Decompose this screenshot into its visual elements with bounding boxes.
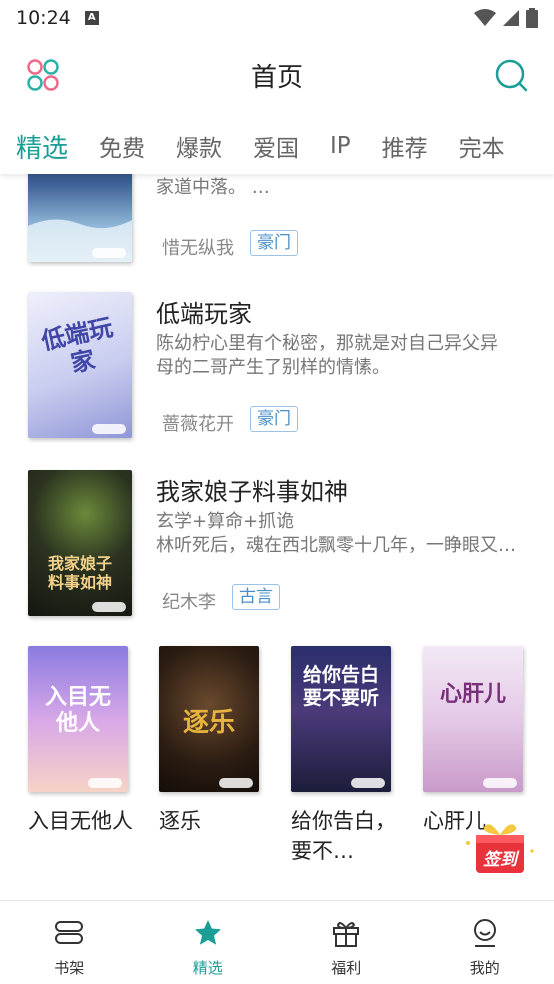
app-header: 首页 xyxy=(0,36,554,114)
book-cover: 给你告白要不要听 xyxy=(291,646,391,792)
book-tag: 豪门 xyxy=(250,406,298,432)
bottom-nav: 书架 精选 福利 我的 xyxy=(0,900,554,984)
grid-book-item[interactable]: 入目无他人 入目无他人 xyxy=(28,646,133,836)
user-icon xyxy=(473,919,496,947)
book-list-item[interactable]: 低端玩家 低端玩家 陈幼柠心里有个秘密，那就是对自己异父异 母的二哥产生了别样的… xyxy=(0,292,554,442)
book-cover-title: 给你告白要不要听 xyxy=(302,664,379,709)
book-cover: 低端玩家 xyxy=(28,292,132,438)
bookshelf-icon xyxy=(55,921,84,944)
book-author: 蔷薇花开 xyxy=(162,414,234,435)
publisher-badge xyxy=(92,424,126,434)
nav-featured[interactable]: 精选 xyxy=(139,901,278,984)
grid-book-item[interactable]: 给你告白要不要听 给你告白，要不… xyxy=(291,646,396,866)
book-list-item[interactable]: 我家娘子料事如神 我家娘子料事如神 玄学+算命+抓诡 林听死后，魂在西北飘零十几… xyxy=(0,470,554,620)
nav-label: 福利 xyxy=(331,959,362,977)
book-description: 陈幼柠心里有个秘密，那就是对自己异父异 母的二哥产生了别样的情愫。 xyxy=(156,333,498,378)
nav-bookshelf[interactable]: 书架 xyxy=(0,901,139,984)
book-title: 低端玩家 xyxy=(156,300,252,328)
nav-mine[interactable]: 我的 xyxy=(416,901,554,984)
publisher-badge xyxy=(92,602,126,612)
book-tag: 豪门 xyxy=(250,230,298,256)
signal-icon xyxy=(503,10,519,26)
book-cover xyxy=(28,174,132,262)
nav-label: 我的 xyxy=(469,959,500,977)
book-author: 纪木李 xyxy=(162,592,216,613)
page-title: 首页 xyxy=(250,62,303,93)
publisher-badge xyxy=(88,778,122,788)
book-feed: 家道中落。 … 惜无纵我 豪门 低端玩家 低端玩家 陈幼柠心里有个秘密，那就是对… xyxy=(0,174,554,900)
status-time: 10:24 xyxy=(16,7,71,29)
book-title: 给你告白，要不… xyxy=(291,809,396,863)
book-cover: 入目无他人 xyxy=(28,646,128,792)
tab-hot[interactable]: 爆款 xyxy=(176,129,222,163)
book-cover-title: 逐乐 xyxy=(182,708,235,738)
book-title: 入目无他人 xyxy=(28,809,133,833)
book-cover: 逐乐 xyxy=(159,646,259,792)
book-cover: 我家娘子料事如神 xyxy=(28,470,132,616)
tab-recommend[interactable]: 推荐 xyxy=(382,129,428,163)
star-icon xyxy=(194,920,221,945)
wifi-icon xyxy=(474,9,496,26)
status-icons xyxy=(474,8,538,28)
tab-ip[interactable]: IP xyxy=(330,133,351,159)
publisher-badge xyxy=(483,778,517,788)
tab-free[interactable]: 免费 xyxy=(99,129,145,163)
tab-patriotic[interactable]: 爱国 xyxy=(253,129,299,163)
book-author: 惜无纵我 xyxy=(162,238,234,259)
book-description: 玄学+算命+抓诡 林听死后，魂在西北飘零十几年，一睁眼又… xyxy=(156,511,516,556)
category-tabs: 精选 免费 爆款 爱国 IP 推荐 完本 xyxy=(0,118,554,174)
nav-label: 精选 xyxy=(192,959,223,977)
book-title: 逐乐 xyxy=(159,809,201,833)
battery-icon xyxy=(526,8,538,28)
publisher-badge xyxy=(351,778,385,788)
signin-label: 签到 xyxy=(483,850,517,870)
book-cover: 心肝儿 xyxy=(423,646,523,792)
grid-book-item[interactable]: 心肝儿 心肝儿 xyxy=(423,646,523,836)
book-list-item[interactable]: 家道中落。 … 惜无纵我 豪门 xyxy=(0,174,554,266)
book-cover-title: 低端玩家 xyxy=(38,312,116,378)
book-title: 我家娘子料事如神 xyxy=(156,478,348,506)
nav-label: 书架 xyxy=(54,959,85,977)
tab-jingxuan[interactable]: 精选 xyxy=(16,128,68,165)
book-cover-title: 入目无他人 xyxy=(44,684,111,736)
grid-book-item[interactable]: 逐乐 逐乐 xyxy=(159,646,259,836)
status-bar: 10:24 A xyxy=(0,0,554,36)
book-cover-title: 我家娘子料事如神 xyxy=(47,554,112,592)
book-description: 家道中落。 … xyxy=(156,177,270,198)
nav-welfare[interactable]: 福利 xyxy=(277,901,416,984)
publisher-badge xyxy=(92,248,126,258)
book-tag: 古言 xyxy=(232,584,280,610)
notification-icon: A xyxy=(84,11,99,25)
category-menu-icon[interactable] xyxy=(26,58,60,92)
gift-icon xyxy=(333,922,360,947)
search-icon[interactable] xyxy=(494,58,528,92)
tab-completed[interactable]: 完本 xyxy=(459,129,505,163)
publisher-badge xyxy=(219,778,253,788)
signin-float-button[interactable]: 签到 xyxy=(462,815,538,877)
book-cover-title: 心肝儿 xyxy=(439,681,506,707)
